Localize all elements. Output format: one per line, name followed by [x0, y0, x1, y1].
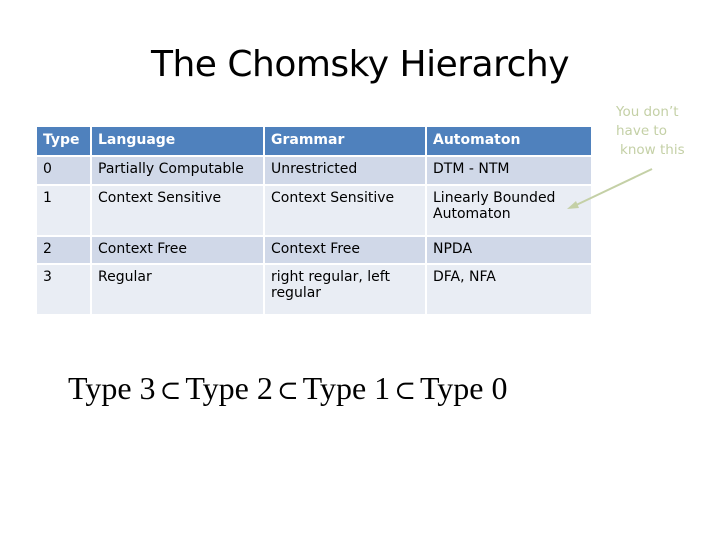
note-arrow-icon — [567, 168, 653, 209]
note-arrow-head — [567, 201, 579, 209]
note-arrow-line — [571, 168, 653, 208]
